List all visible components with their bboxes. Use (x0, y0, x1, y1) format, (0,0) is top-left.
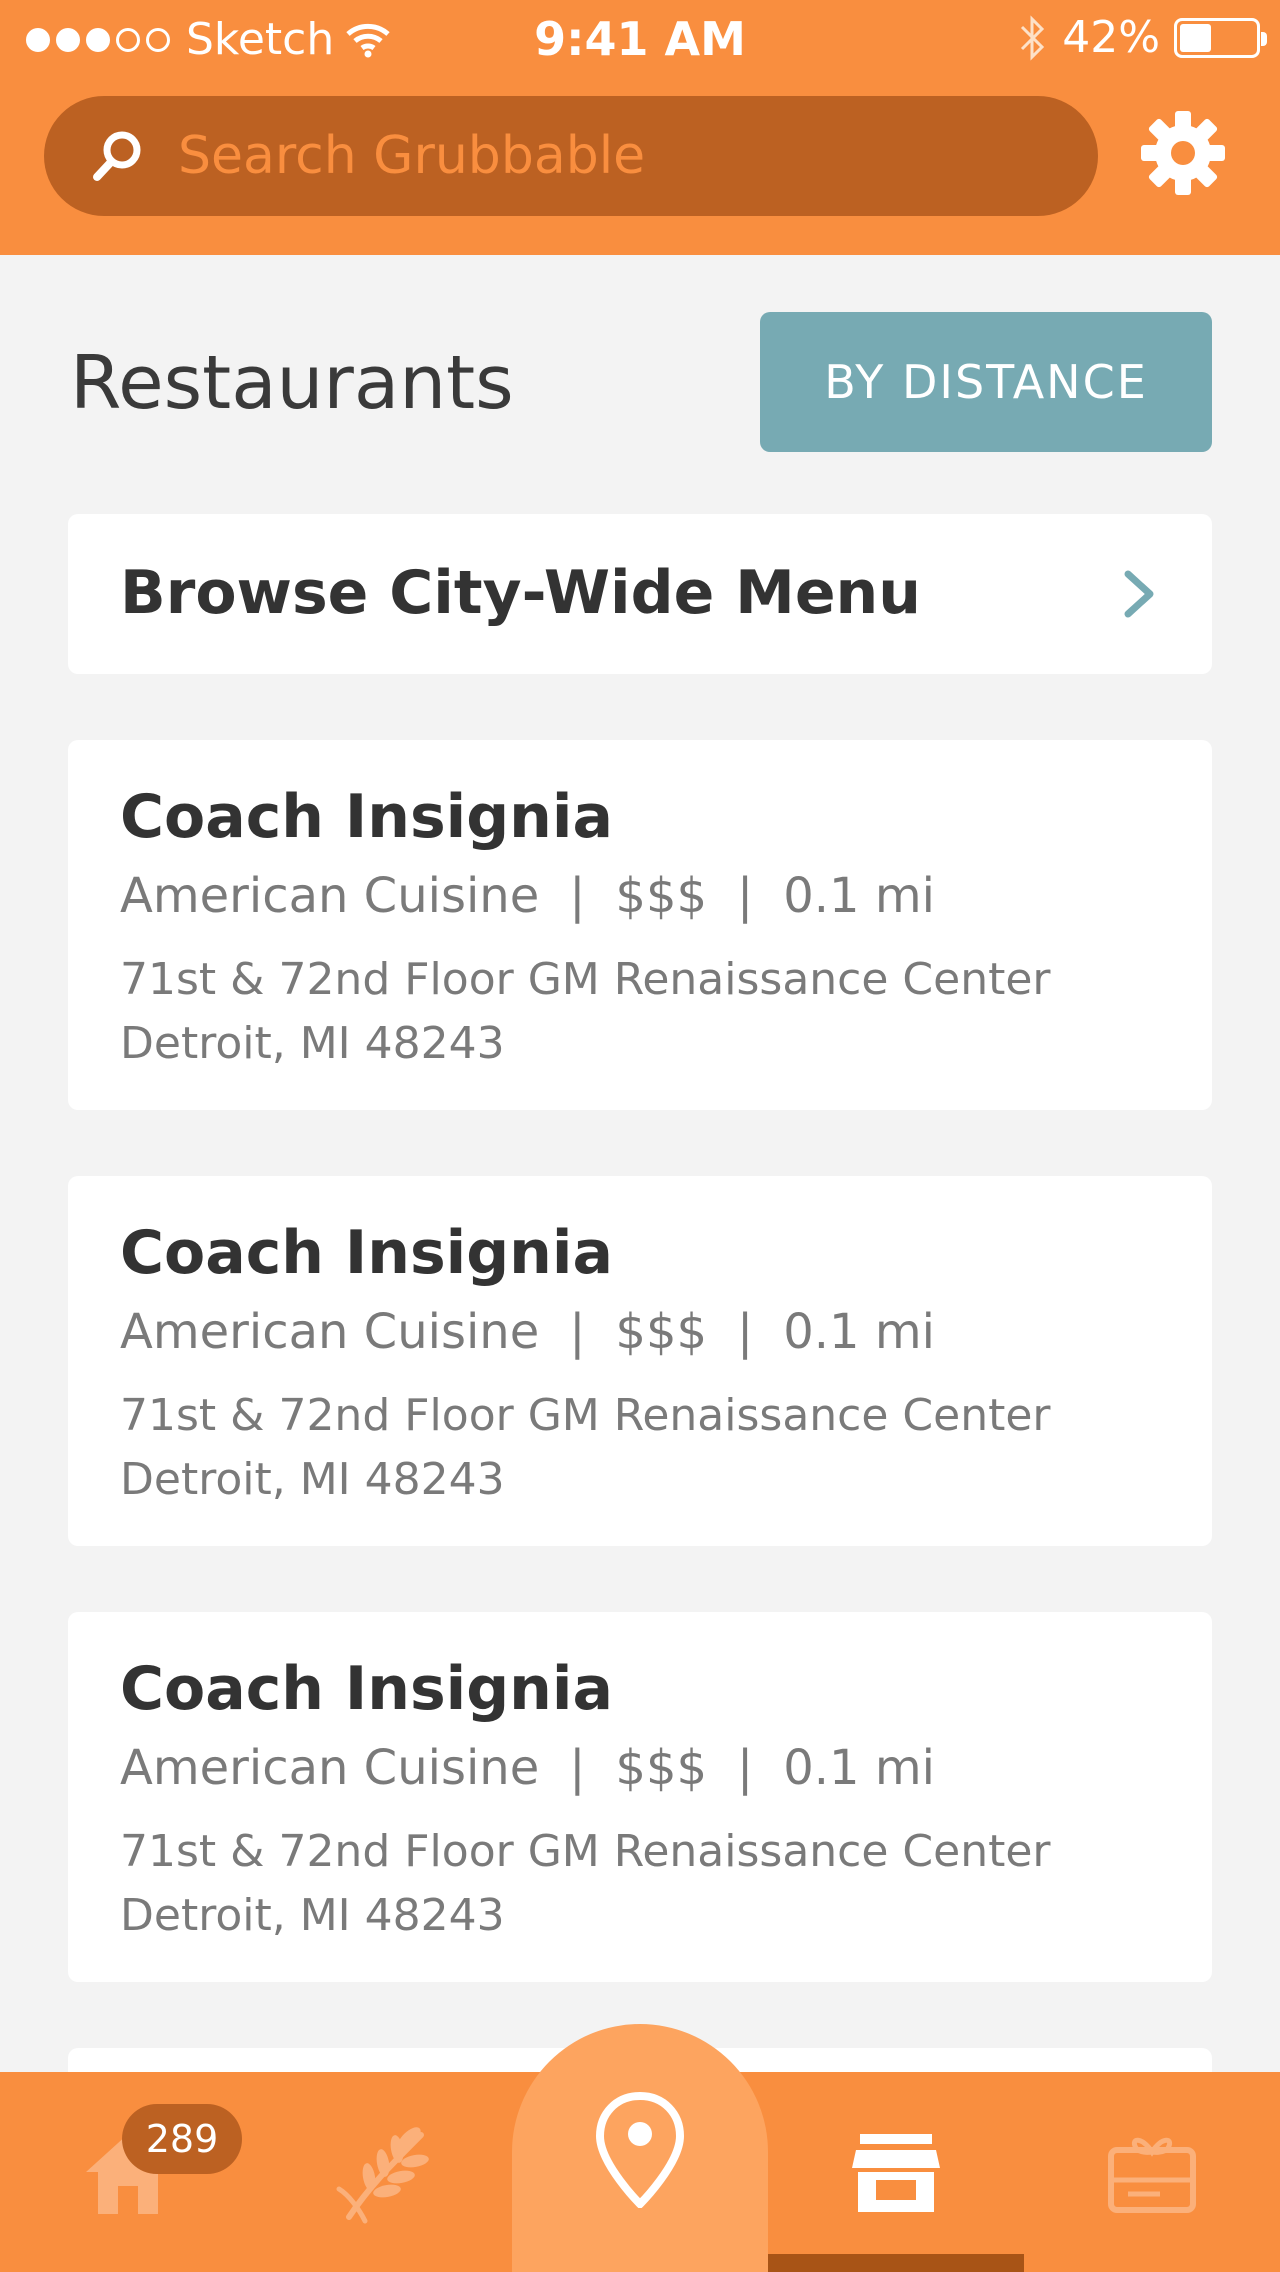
address-line-2: Detroit, MI 48243 (120, 1018, 505, 1069)
battery-icon (1174, 17, 1267, 58)
restaurant-meta: American Cuisine | $$$ | 0.1 mi (120, 1304, 935, 1360)
wheat-icon (336, 2127, 429, 2224)
gift-card-icon (1108, 2137, 1196, 2213)
restaurant-address: 71st & 72nd Floor GM Renaissance Center … (120, 948, 1051, 1076)
restaurant-card[interactable]: Coach Insignia American Cuisine | $$$ | … (68, 740, 1212, 1110)
status-bar: Sketch 9:41 AM 42% (0, 0, 1280, 80)
battery-percent: 42% (1062, 12, 1160, 63)
restaurant-price: $$$ (615, 1740, 708, 1796)
separator: | (569, 1740, 586, 1796)
bluetooth-icon (1021, 14, 1045, 61)
search-bar[interactable] (44, 96, 1098, 216)
tab-location[interactable] (512, 2024, 768, 2272)
restaurant-distance: 0.1 mi (783, 1304, 935, 1360)
restaurant-address: 71st & 72nd Floor GM Renaissance Center … (120, 1384, 1051, 1512)
separator: | (569, 1304, 586, 1360)
separator: | (569, 868, 586, 924)
app-header: Sketch 9:41 AM 42% (0, 0, 1280, 255)
tab-gift-card[interactable] (1024, 2072, 1280, 2272)
separator: | (737, 1304, 754, 1360)
restaurant-distance: 0.1 mi (783, 868, 935, 924)
store-icon (852, 2134, 940, 2212)
restaurant-price: $$$ (615, 868, 708, 924)
separator: | (737, 1740, 754, 1796)
restaurant-card[interactable]: Coach Insignia American Cuisine | $$$ | … (68, 1176, 1212, 1546)
address-line-2: Detroit, MI 48243 (120, 1890, 505, 1941)
search-icon (93, 131, 141, 181)
tab-store[interactable] (768, 2072, 1024, 2272)
location-pin-icon (596, 2092, 684, 2208)
restaurant-meta: American Cuisine | $$$ | 0.1 mi (120, 1740, 935, 1796)
chevron-right-icon (1124, 570, 1154, 618)
tab-home[interactable]: 289 (0, 2072, 256, 2272)
gear-icon[interactable] (1140, 110, 1226, 196)
restaurant-cuisine: American Cuisine (120, 1740, 540, 1796)
restaurant-meta: American Cuisine | $$$ | 0.1 mi (120, 868, 935, 924)
status-right: 42% (1018, 12, 1267, 63)
separator: | (737, 868, 754, 924)
restaurant-cuisine: American Cuisine (120, 1304, 540, 1360)
sort-by-distance-button[interactable]: BY DISTANCE (760, 312, 1212, 452)
restaurant-name: Coach Insignia (120, 782, 613, 852)
address-line-2: Detroit, MI 48243 (120, 1454, 505, 1505)
restaurant-name: Coach Insignia (120, 1218, 613, 1288)
tab-wheat[interactable] (256, 2072, 512, 2272)
page-title: Restaurants (70, 340, 514, 426)
browse-label: Browse City-Wide Menu (120, 558, 921, 628)
restaurant-address: 71st & 72nd Floor GM Renaissance Center … (120, 1820, 1051, 1948)
browse-city-wide-menu-row[interactable]: Browse City-Wide Menu (68, 514, 1212, 674)
address-line-1: 71st & 72nd Floor GM Renaissance Center (120, 1826, 1051, 1877)
search-input[interactable] (178, 126, 1098, 186)
active-tab-indicator (768, 2254, 1024, 2272)
home-badge: 289 (122, 2104, 242, 2174)
restaurant-name: Coach Insignia (120, 1654, 613, 1724)
address-line-1: 71st & 72nd Floor GM Renaissance Center (120, 1390, 1051, 1441)
restaurant-cuisine: American Cuisine (120, 868, 540, 924)
restaurant-card[interactable]: Coach Insignia American Cuisine | $$$ | … (68, 1612, 1212, 1982)
restaurant-distance: 0.1 mi (783, 1740, 935, 1796)
address-line-1: 71st & 72nd Floor GM Renaissance Center (120, 954, 1051, 1005)
restaurant-price: $$$ (615, 1304, 708, 1360)
